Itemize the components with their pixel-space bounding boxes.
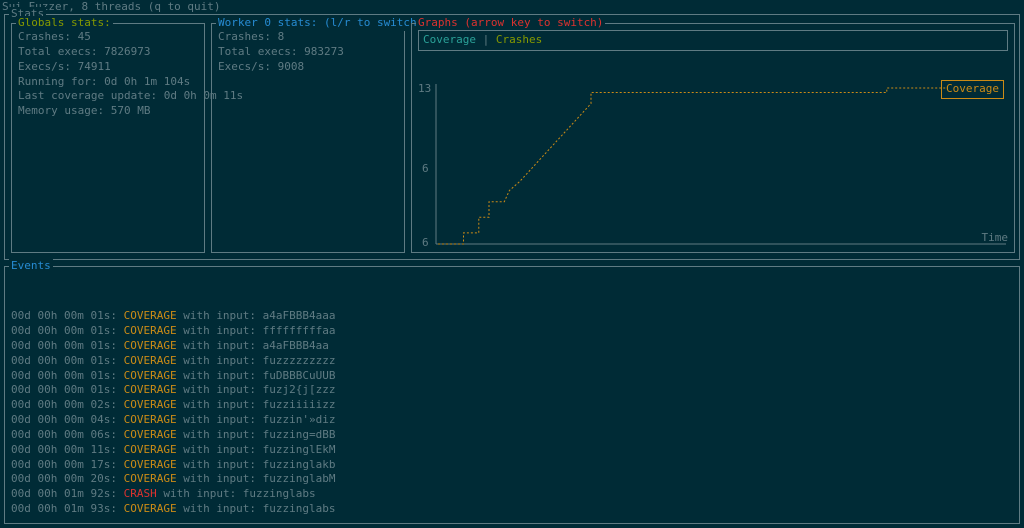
events-panel: Events 00d 00h 00m 01s: COVERAGE with in… — [4, 266, 1020, 524]
worker-content: Crashes: 8 Total execs: 983273 Execs/s: … — [218, 30, 398, 246]
event-coverage-tag: COVERAGE — [124, 309, 177, 322]
event-text: with input: fuzziiiiizz — [177, 398, 336, 411]
globals-panel: Globals stats: Crashes: 45 Total execs: … — [11, 23, 205, 253]
event-ts: 00d 00h 00m 02s: — [11, 398, 124, 411]
chart-area: 13 6 6 Time Coverage — [418, 54, 1008, 246]
event-text: with input: a4aFBBB4aa — [177, 339, 329, 352]
event-coverage-tag: COVERAGE — [124, 354, 177, 367]
event-line: 00d 00h 00m 01s: COVERAGE with input: fu… — [11, 354, 1013, 369]
event-ts: 00d 00h 00m 01s: — [11, 369, 124, 382]
event-coverage-tag: COVERAGE — [124, 383, 177, 396]
event-text: with input: fuzzinglabM — [177, 472, 336, 485]
event-coverage-tag: COVERAGE — [124, 502, 177, 515]
graph-legend: Coverage | Crashes — [418, 30, 1008, 51]
event-text: with input: fuDBBBCuUUB — [177, 369, 336, 382]
event-ts: 00d 00h 00m 01s: — [11, 339, 124, 352]
event-ts: 00d 00h 00m 17s: — [11, 458, 124, 471]
events-list: 00d 00h 00m 01s: COVERAGE with input: a4… — [11, 309, 1013, 517]
legend-coverage: Coverage — [423, 33, 476, 46]
event-line: 00d 00h 01m 93s: COVERAGE with input: fu… — [11, 502, 1013, 517]
event-ts: 00d 00h 00m 04s: — [11, 413, 124, 426]
event-text: with input: fuzzinglabs — [157, 487, 316, 500]
worker-total-execs: Total execs: 983273 — [218, 45, 398, 60]
legend-crashes: Crashes — [496, 33, 542, 46]
event-line: 00d 00h 00m 01s: COVERAGE with input: a4… — [11, 309, 1013, 324]
globals-content: Crashes: 45 Total execs: 7826973 Execs/s… — [18, 30, 198, 246]
event-line: 00d 00h 00m 20s: COVERAGE with input: fu… — [11, 472, 1013, 487]
event-ts: 00d 00h 00m 11s: — [11, 443, 124, 456]
event-coverage-tag: COVERAGE — [124, 324, 177, 337]
event-coverage-tag: COVERAGE — [124, 413, 177, 426]
event-line: 00d 00h 00m 17s: COVERAGE with input: fu… — [11, 458, 1013, 473]
event-text: with input: a4aFBBB4aaa — [177, 309, 336, 322]
event-coverage-tag: COVERAGE — [124, 369, 177, 382]
stats-panel: Stats Globals stats: Crashes: 45 Total e… — [4, 14, 1020, 260]
worker-crashes: Crashes: 8 — [218, 30, 398, 45]
event-text: with input: fffffffffaa — [177, 324, 336, 337]
event-line: 00d 00h 00m 11s: COVERAGE with input: fu… — [11, 443, 1013, 458]
event-coverage-tag: COVERAGE — [124, 428, 177, 441]
event-crash-tag: CRASH — [124, 487, 157, 500]
globals-title: Globals stats: — [16, 16, 113, 31]
globals-execs-s: Execs/s: 74911 — [18, 60, 198, 75]
event-line: 00d 00h 00m 06s: COVERAGE with input: fu… — [11, 428, 1013, 443]
event-text: with input: fuzzinglabs — [177, 502, 336, 515]
globals-running-for: Running for: 0d 0h 1m 104s — [18, 75, 198, 90]
event-ts: 00d 00h 00m 20s: — [11, 472, 124, 485]
event-text: with input: fuzzinglakb — [177, 458, 336, 471]
event-ts: 00d 00h 00m 01s: — [11, 383, 124, 396]
globals-memory: Memory usage: 570 MB — [18, 104, 198, 119]
app-title: Sui Fuzzer, 8 threads (q to quit) — [0, 0, 1024, 15]
coverage-chart — [418, 54, 1008, 246]
event-line: 00d 00h 00m 01s: COVERAGE with input: a4… — [11, 339, 1013, 354]
event-text: with input: fuzzinglEkM — [177, 443, 336, 456]
worker-title: Worker 0 stats: (l/r to switch) — [216, 16, 425, 31]
events-title: Events — [9, 259, 53, 274]
globals-total-execs: Total execs: 7826973 — [18, 45, 198, 60]
event-ts: 00d 00h 00m 01s: — [11, 354, 124, 367]
event-line: 00d 00h 00m 01s: COVERAGE with input: fu… — [11, 369, 1013, 384]
globals-last-cov: Last coverage update: 0d 0h 0m 11s — [18, 89, 198, 104]
worker-panel: Worker 0 stats: (l/r to switch) Crashes:… — [211, 23, 405, 253]
legend-sep: | — [476, 33, 496, 46]
globals-crashes: Crashes: 45 — [18, 30, 198, 45]
event-coverage-tag: COVERAGE — [124, 472, 177, 485]
event-line: 00d 00h 00m 04s: COVERAGE with input: fu… — [11, 413, 1013, 428]
event-ts: 00d 00h 00m 01s: — [11, 324, 124, 337]
event-coverage-tag: COVERAGE — [124, 458, 177, 471]
event-ts: 00d 00h 01m 92s: — [11, 487, 124, 500]
event-text: with input: fuzj2{j[zzz — [177, 383, 336, 396]
event-line: 00d 00h 00m 01s: COVERAGE with input: fu… — [11, 383, 1013, 398]
event-coverage-tag: COVERAGE — [124, 398, 177, 411]
worker-execs-s: Execs/s: 9008 — [218, 60, 398, 75]
event-text: with input: fuzzzzzzzzz — [177, 354, 336, 367]
event-line: 00d 00h 01m 92s: CRASH with input: fuzzi… — [11, 487, 1013, 502]
event-coverage-tag: COVERAGE — [124, 443, 177, 456]
event-coverage-tag: COVERAGE — [124, 339, 177, 352]
event-ts: 00d 00h 00m 01s: — [11, 309, 124, 322]
graphs-title: Graphs (arrow key to switch) — [416, 16, 605, 31]
event-ts: 00d 00h 01m 93s: — [11, 502, 124, 515]
event-ts: 00d 00h 00m 06s: — [11, 428, 124, 441]
event-text: with input: fuzzin'»diz — [177, 413, 336, 426]
event-line: 00d 00h 00m 01s: COVERAGE with input: ff… — [11, 324, 1013, 339]
event-line: 00d 00h 00m 02s: COVERAGE with input: fu… — [11, 398, 1013, 413]
graphs-panel[interactable]: Graphs (arrow key to switch) Coverage | … — [411, 23, 1015, 253]
event-text: with input: fuzzing=dBB — [177, 428, 336, 441]
